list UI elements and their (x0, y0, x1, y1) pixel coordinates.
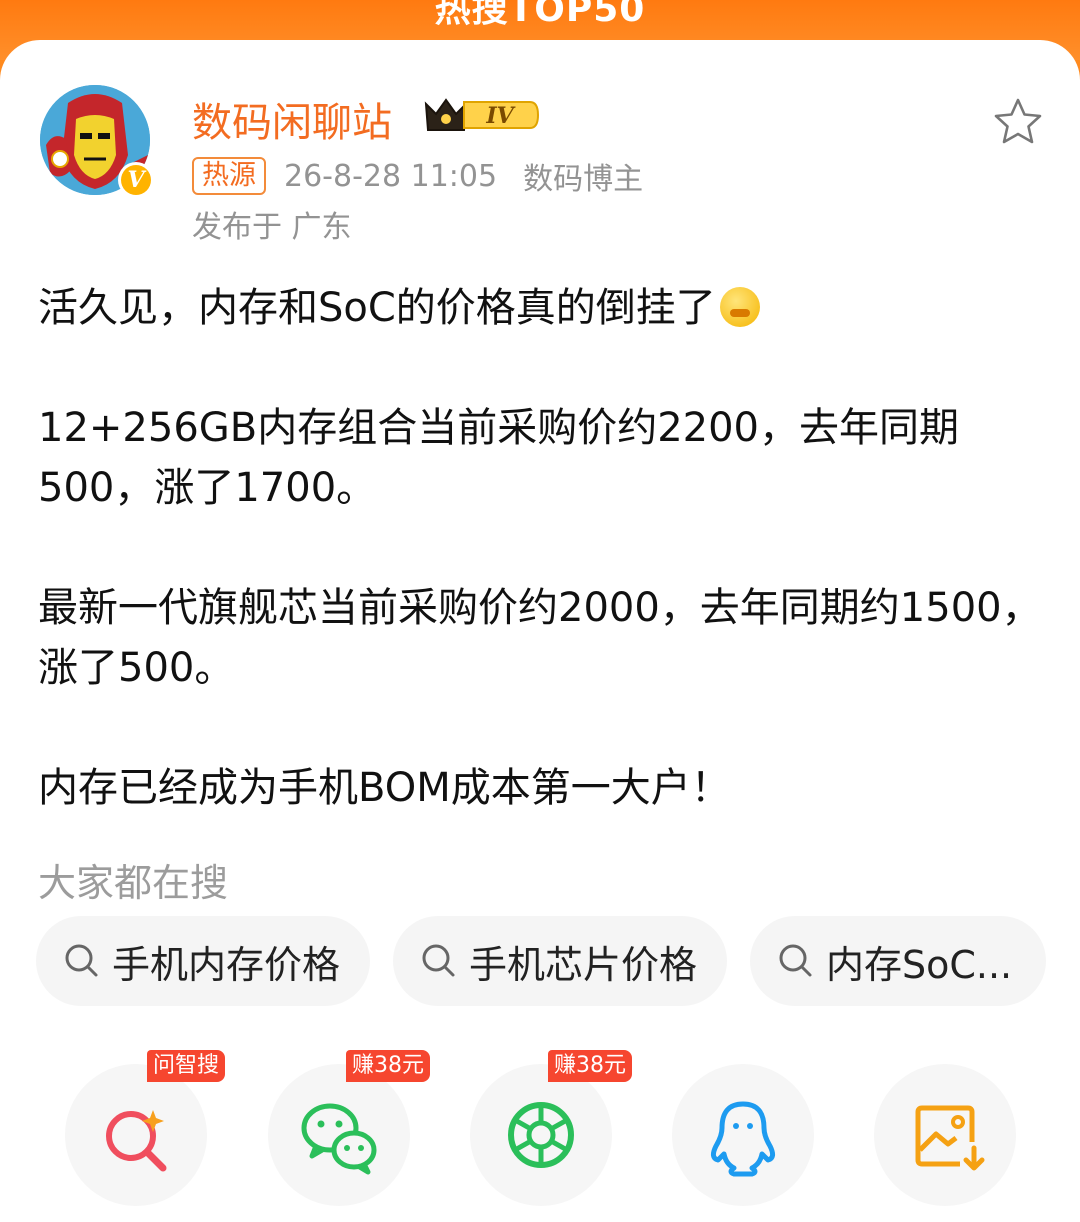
hot-source-tag[interactable]: 热源 (192, 157, 266, 195)
author-role: 数码博主 (523, 162, 644, 197)
search-chip[interactable]: 手机芯片价格 (393, 916, 727, 1006)
search-chip-label: 内存SoC... (826, 942, 1013, 987)
wechat-icon (301, 1103, 377, 1175)
crown-level-icon: IV (424, 98, 540, 131)
search-icon (422, 944, 455, 977)
share-moments-button[interactable]: 赚38元 (470, 1050, 632, 1206)
top-bar-title[interactable]: 热搜TOP50 (0, 0, 1080, 32)
verified-v-icon: V (121, 165, 151, 195)
post-meta: 热源 26-8-28 11:05 数码博主 (192, 156, 644, 197)
shocked-emoji-icon (719, 287, 760, 327)
related-search-title: 大家都在搜 (38, 861, 229, 905)
author-name[interactable]: 数码闲聊站 (192, 90, 392, 148)
search-chip[interactable]: 手机内存价格 (36, 916, 370, 1006)
post-body: 活久见，内存和SoC的价格真的倒挂了 12+256GB内存组合当前采购价约220… (38, 278, 1048, 818)
qq-icon (710, 1101, 776, 1177)
favorite-star-button[interactable] (992, 96, 1044, 146)
ai-search-icon (106, 1110, 167, 1172)
share-badge: 赚38元 (548, 1050, 632, 1082)
search-chip[interactable]: 内存SoC... (750, 916, 1046, 1006)
search-chip-label: 手机内存价格 (112, 942, 341, 987)
level-badge[interactable]: IV (424, 94, 540, 136)
share-qq-button[interactable] (672, 1064, 814, 1206)
post-card: V 数码闲聊站 IV 热源 26-8-28 11:05 数码博主 发布于 广东 … (0, 40, 1080, 1222)
level-text: IV (485, 103, 515, 129)
share-wechat-button[interactable]: 赚38元 (268, 1050, 430, 1206)
verified-badge: V (118, 162, 154, 198)
post-time: 26-8-28 11:05 (284, 158, 498, 194)
share-badge: 赚38元 (346, 1050, 430, 1082)
share-badge: 问智搜 (147, 1050, 226, 1082)
post-paragraph: 内存已经成为手机BOM成本第一大户！ (38, 765, 731, 811)
related-search-chips: 手机内存价格 手机芯片价格 内存SoC... (36, 916, 1046, 1006)
search-icon (65, 944, 98, 977)
post-paragraph: 最新一代旗舰芯当前采购价约2000，去年同期约1500，涨了500。 (38, 585, 1042, 691)
moments-icon (508, 1102, 574, 1168)
post-location: 发布于 广东 (192, 210, 352, 245)
search-icon (779, 944, 812, 977)
post-paragraph: 12+256GB内存组合当前采购价约2200，去年同期500，涨了1700。 (38, 405, 959, 511)
save-image-icon (915, 1105, 985, 1171)
post-paragraph: 活久见，内存和SoC的价格真的倒挂了 (38, 278, 1048, 338)
share-save-image-button[interactable] (874, 1064, 1016, 1206)
star-icon (994, 98, 1042, 144)
search-chip-label: 手机芯片价格 (469, 942, 698, 987)
share-ai-search-button[interactable]: 问智搜 (65, 1050, 226, 1206)
